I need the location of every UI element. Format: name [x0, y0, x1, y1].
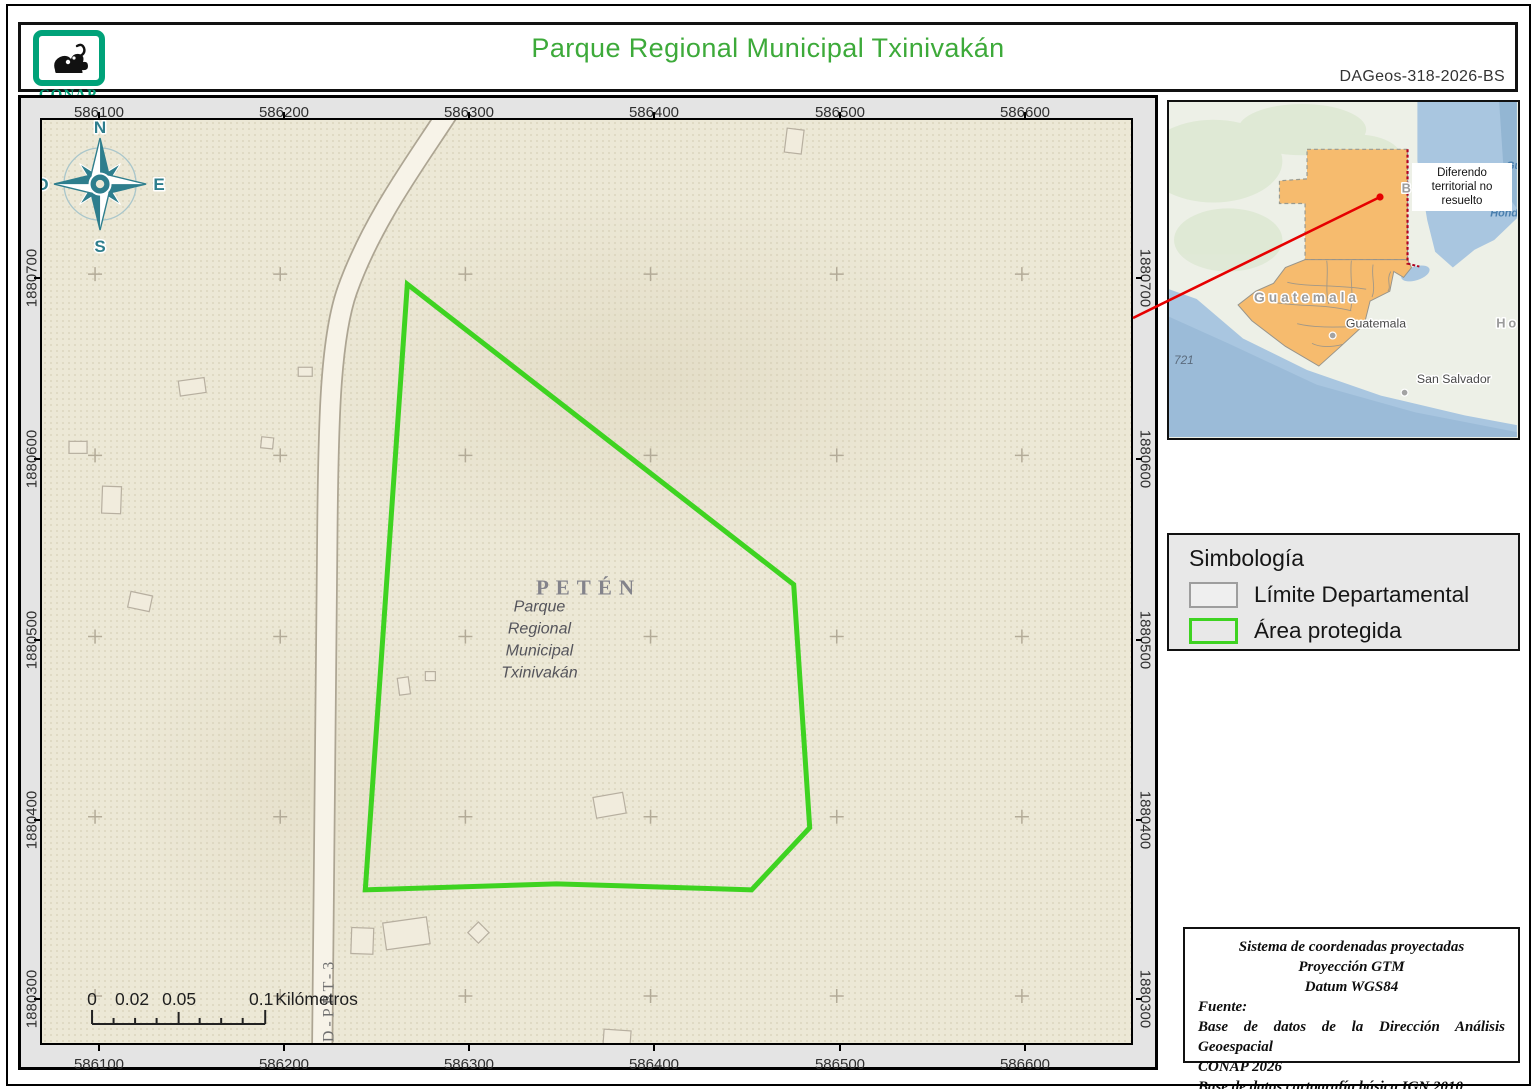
axis-tick	[839, 1045, 841, 1051]
scale-bar-label: 0	[87, 989, 97, 1009]
legend-item-label: Área protegida	[1254, 618, 1402, 643]
legend-item-label: Límite Departamental	[1254, 582, 1470, 607]
legend-swatch-protected	[1189, 618, 1238, 644]
inset-label-belize: B	[1402, 181, 1411, 196]
inset-label-san-salvador: San Salvador	[1417, 372, 1491, 386]
compass-rose-icon: N E S O	[42, 120, 166, 258]
coordinate-label-bottom: 586400	[628, 1056, 680, 1073]
coordinate-label-bottom: 586500	[814, 1056, 866, 1073]
axis-tick	[1024, 1045, 1026, 1051]
coordinate-label-bottom: 586600	[999, 1056, 1051, 1073]
info-source-heading: Fuente:	[1198, 999, 1248, 1015]
compass-label-north: N	[94, 120, 106, 137]
map-document-page: CONAP Parque Regional Municipal Txinivak…	[0, 0, 1536, 1089]
legend-swatch-departmental	[1189, 582, 1238, 608]
scale-bar-label: 0.1	[249, 989, 273, 1009]
axis-tick	[283, 1045, 285, 1051]
info-source-line: Base de datos cartografía básica IGN 201…	[1198, 1079, 1463, 1089]
compass-label-south: S	[94, 237, 105, 256]
compass-label-east: E	[153, 175, 164, 194]
legend-item-protected-area: Área protegida	[1189, 618, 1518, 644]
inset-map: B Guatemala Guatemala San Salvador 721 H…	[1167, 100, 1520, 440]
inset-city-dot-guatemala	[1328, 331, 1337, 340]
inset-city-dot-san-salvador	[1400, 388, 1409, 397]
scale-bar-label: 0.02	[115, 989, 149, 1009]
inset-label-country: Guatemala	[1254, 290, 1360, 305]
region-label: PETÉN	[536, 576, 641, 600]
map-frame: 586100 586200 586300 586400 586500 58660…	[18, 95, 1158, 1073]
coordinate-label-bottom: 586100	[73, 1056, 125, 1073]
axis-tick	[653, 1045, 655, 1051]
axis-tick	[468, 1045, 470, 1051]
info-box: Sistema de coordenadas proyectadas Proye…	[1183, 927, 1520, 1089]
info-line: Proyección GTM	[1298, 959, 1405, 975]
info-line: Datum WGS84	[1304, 979, 1399, 995]
axis-tick	[1136, 458, 1142, 460]
page-title: Parque Regional Municipal Txinivakán	[531, 33, 1005, 63]
axis-tick	[1136, 639, 1142, 641]
axis-tick	[1136, 998, 1142, 1000]
compass-label-west: O	[42, 175, 49, 194]
scale-bar-label: 0.05	[162, 989, 196, 1009]
svg-text:Parque: Parque	[514, 599, 566, 616]
info-source-line: CONAP 2026	[1198, 1059, 1283, 1075]
axis-tick	[1136, 277, 1142, 279]
scale-bar-unit: Kilómetros	[275, 989, 358, 1009]
axis-tick	[98, 1045, 100, 1051]
info-source-line: Base de datos de la Dirección Análisis G…	[1198, 1019, 1505, 1055]
info-line: Sistema de coordenadas proyectadas	[1238, 939, 1465, 955]
building-footprints	[68, 127, 805, 1043]
axis-tick	[1136, 819, 1142, 821]
inset-label-honduras: Ho	[1496, 316, 1517, 331]
inset-label-city: Guatemala	[1346, 317, 1406, 331]
svg-text:Regional: Regional	[508, 621, 572, 638]
map-canvas: PETÉN Parque Regional Municipal Txinivak…	[40, 118, 1133, 1045]
header: CONAP Parque Regional Municipal Txinivak…	[18, 22, 1518, 103]
legend-box: Simbología Límite Departamental Área pro…	[1167, 533, 1520, 651]
legend-item-departmental: Límite Departamental	[1189, 582, 1518, 608]
diferendo-note: Diferendo territorial no resuelto	[1412, 163, 1512, 211]
legend-title: Simbología	[1189, 545, 1305, 571]
inset-label-number: 721	[1174, 353, 1194, 367]
park-name-label: Parque Regional Municipal Txinivakán	[501, 599, 578, 682]
svg-text:Municipal: Municipal	[506, 643, 574, 660]
document-id: DAGeos-318-2026-BS	[1339, 68, 1505, 85]
coordinate-label-bottom: 586300	[443, 1056, 495, 1073]
svg-text:Txinivakán: Txinivakán	[501, 665, 578, 682]
coordinate-label-bottom: 586200	[258, 1056, 310, 1073]
